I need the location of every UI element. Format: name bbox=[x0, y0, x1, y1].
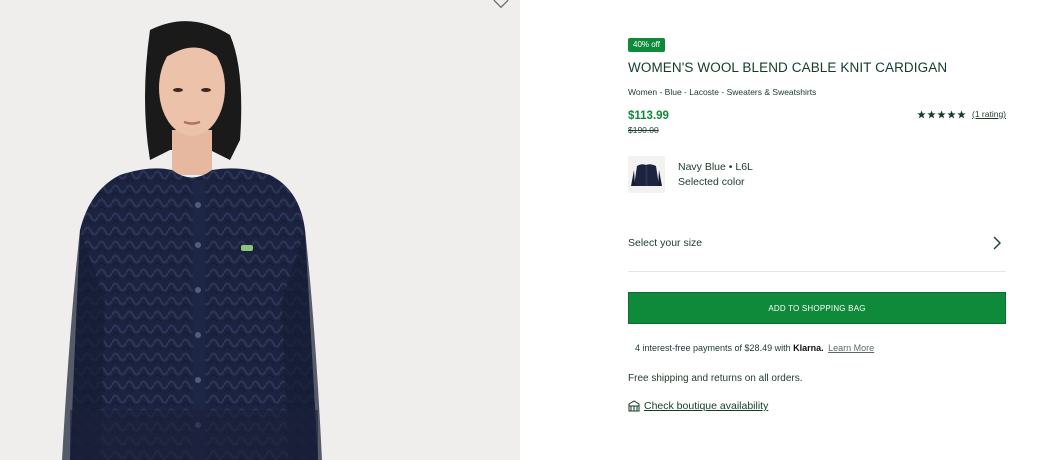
color-selector[interactable]: Navy Blue • L6L Selected color bbox=[628, 156, 753, 193]
sale-price: $113.99 bbox=[628, 110, 669, 122]
boutique-link[interactable]: Check boutique availability bbox=[644, 400, 768, 412]
star-icon bbox=[937, 109, 946, 118]
klarna-brand: Klarna. bbox=[793, 343, 824, 353]
star-icon bbox=[947, 109, 956, 118]
heart-icon[interactable] bbox=[492, 0, 510, 10]
klarna-learn-more-link[interactable]: Learn More bbox=[828, 343, 874, 353]
klarna-info: 4 interest-free payments of $28.49 with … bbox=[635, 343, 874, 353]
size-selector[interactable]: Select your size bbox=[628, 228, 1006, 272]
chevron-right-icon bbox=[993, 236, 1001, 249]
original-price: $190.00 bbox=[628, 125, 659, 135]
color-status: Selected color bbox=[678, 176, 745, 188]
star-icon bbox=[957, 109, 966, 118]
product-info-panel: 40% off WOMEN'S WOOL BLEND CABLE KNIT CA… bbox=[628, 0, 1006, 460]
star-icon bbox=[917, 109, 926, 118]
discount-badge: 40% off bbox=[628, 38, 665, 52]
rating-summary[interactable]: (1 rating) bbox=[917, 109, 1006, 119]
store-icon bbox=[628, 400, 640, 412]
size-label: Select your size bbox=[628, 236, 703, 249]
add-to-bag-button[interactable]: ADD TO SHOPPING BAG bbox=[628, 292, 1006, 324]
color-swatch[interactable] bbox=[628, 156, 665, 193]
rating-count-link[interactable]: (1 rating) bbox=[972, 109, 1006, 119]
breadcrumb[interactable]: Women - Blue - Lacoste - Sweaters & Swea… bbox=[628, 87, 816, 97]
klarna-text: 4 interest-free payments of $28.49 with bbox=[635, 343, 791, 353]
boutique-availability[interactable]: Check boutique availability bbox=[628, 400, 768, 412]
product-photo bbox=[0, 0, 520, 460]
shipping-note: Free shipping and returns on all orders. bbox=[628, 373, 803, 384]
rating-stars bbox=[917, 109, 966, 119]
color-name: Navy Blue • L6L bbox=[678, 161, 753, 173]
product-gallery bbox=[0, 0, 520, 460]
swatch-thumbnail bbox=[631, 164, 662, 186]
star-icon bbox=[927, 109, 936, 118]
product-title: WOMEN'S WOOL BLEND CABLE KNIT CARDIGAN bbox=[628, 60, 948, 75]
